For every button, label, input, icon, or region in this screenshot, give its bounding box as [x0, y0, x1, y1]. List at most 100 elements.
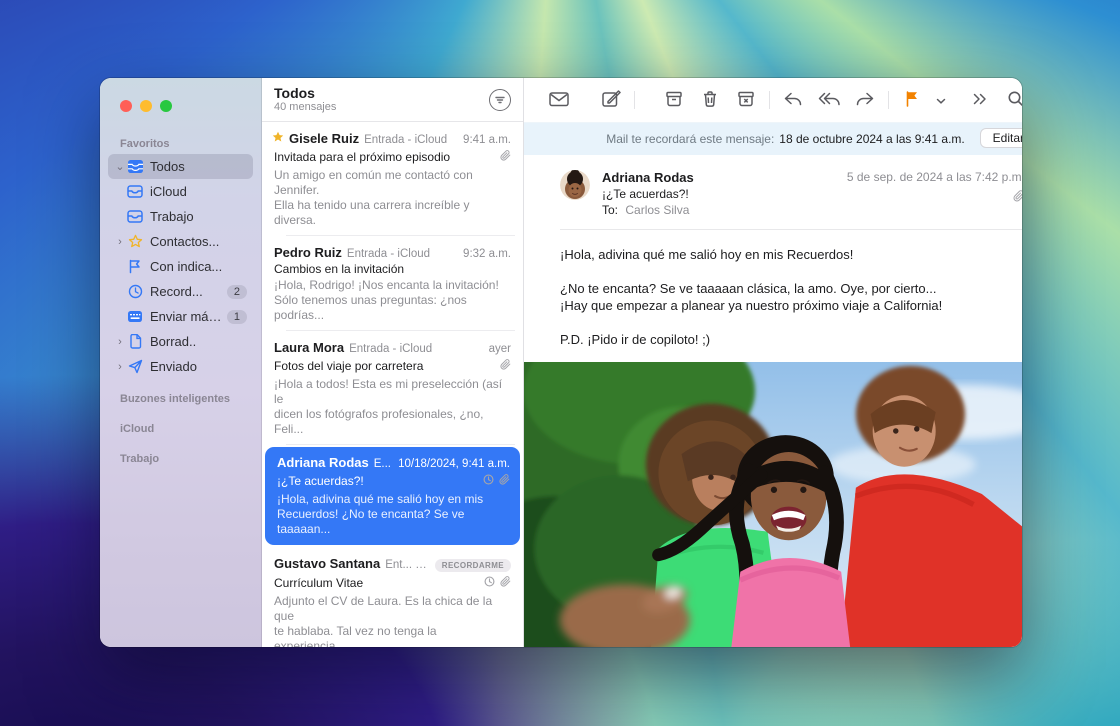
more-chevrons-button[interactable]: [963, 86, 997, 114]
flag-icon: [904, 90, 920, 111]
body-paragraph: ¡Hola, adivina qué me salió hoy en mis R…: [560, 246, 1022, 263]
selfie-photo: [524, 362, 1022, 647]
toolbar-separator: [769, 91, 770, 109]
trash-button[interactable]: [693, 86, 727, 114]
chevron-down-icon: [936, 93, 946, 108]
document-icon: [126, 334, 144, 349]
toolbar-separator: [634, 91, 635, 109]
edit-reminder-button[interactable]: Editar: [980, 128, 1022, 148]
sidebar-item-contactos[interactable]: › Contactos...: [108, 229, 253, 254]
reply-icon: [783, 91, 803, 110]
sidebar-item-record[interactable]: Record... 2: [108, 279, 253, 304]
star-icon: [126, 234, 144, 249]
chevron-down-button[interactable]: [931, 86, 951, 114]
message-sender: Gustavo Santana: [274, 556, 380, 571]
clock-icon: [126, 284, 144, 299]
sidebar-item-label: Enviar más...: [150, 309, 223, 324]
message-list-column: Todos 40 mensajes Gisele RuizEntrada - i…: [262, 78, 524, 647]
vip-star-icon: [272, 131, 284, 143]
message-mailbox: E...: [374, 458, 393, 470]
flag-button[interactable]: [895, 86, 929, 114]
sidebar-item-enviar-m-s[interactable]: Enviar más... 1: [108, 304, 253, 329]
sidebar-group-title[interactable]: iCloud: [100, 409, 261, 439]
sender-avatar[interactable]: [560, 170, 590, 200]
sidebar-group-title[interactable]: Trabajo: [100, 439, 261, 469]
mail-header: Adriana Rodas ¡¿Te acuerdas?! To: Carlos…: [524, 155, 1022, 219]
sidebar-item-enviado[interactable]: › Enviado: [108, 354, 253, 379]
message-subject: Currículum Vitae: [274, 576, 484, 590]
sidebar-item-borrad[interactable]: › Borrad..: [108, 329, 253, 354]
sidebar-item-label: Record...: [150, 284, 223, 299]
reply-all-button[interactable]: [812, 86, 846, 114]
zoom-window-button[interactable]: [160, 100, 172, 112]
inbox-icon: [126, 210, 144, 223]
search-icon: [1007, 90, 1022, 111]
message-row-gustavo-santana[interactable]: Gustavo SantanaEnt... - iCl...RECORDARME…: [262, 547, 523, 647]
message-time: ayer: [489, 343, 511, 355]
message-mailbox: Entrada - iCloud: [347, 248, 458, 260]
junk-button[interactable]: [729, 86, 763, 114]
archive-button[interactable]: [657, 86, 691, 114]
chevron-right-icon[interactable]: ›: [114, 236, 126, 248]
attachment-paperclip-icon: [500, 148, 511, 166]
sender-name[interactable]: Adriana Rodas: [602, 169, 847, 186]
recipient-name[interactable]: Carlos Silva: [625, 203, 689, 217]
unread-count-badge: 1: [227, 310, 247, 324]
message-row-gisele-ruiz[interactable]: Gisele RuizEntrada - iCloud9:41 a.m.Invi…: [262, 122, 523, 236]
toolbar-separator: [888, 91, 889, 109]
message-mailbox: Entrada - iCloud: [349, 343, 484, 355]
sidebar-item-trabajo[interactable]: Trabajo: [108, 204, 253, 229]
message-row-adriana-rodas[interactable]: Adriana RodasE...10/18/2024, 9:41 a.m.¡¿…: [265, 447, 520, 545]
message-row-pedro-ruiz[interactable]: Pedro RuizEntrada - iCloud9:32 a.m.Cambi…: [262, 236, 523, 331]
flag-icon: [126, 259, 144, 274]
recipient-row: To: Carlos Silva: [602, 202, 847, 219]
more-chevrons-icon: [972, 93, 988, 108]
reminder-banner: Mail te recordará este mensaje: 18 de oc…: [524, 122, 1022, 155]
close-window-button[interactable]: [120, 100, 132, 112]
sidebar-item-label: iCloud: [150, 184, 247, 199]
unread-count-badge: 2: [227, 285, 247, 299]
message-time: 9:41 a.m.: [463, 134, 511, 146]
message-subject: ¡¿Te acuerdas?!: [602, 186, 847, 202]
minimize-window-button[interactable]: [140, 100, 152, 112]
compose-button[interactable]: [594, 86, 628, 114]
reminder-clock-icon: [484, 574, 495, 592]
sidebar-group-title[interactable]: Buzones inteligentes: [100, 379, 261, 409]
reminder-datetime: 18 de octubre 2024 a las 9:41 a.m.: [779, 132, 964, 146]
message-preview: Un amigo en común me contactó con Jennif…: [274, 168, 511, 228]
message-time: 9:32 a.m.: [463, 248, 511, 260]
sidebar-item-label: Contactos...: [150, 234, 247, 249]
chevron-right-icon[interactable]: ›: [114, 361, 126, 373]
attachment-paperclip-icon: [499, 472, 510, 490]
mail-window: Favoritos ⌄TodosiCloudTrabajo›Contactos.…: [100, 78, 1022, 647]
remind-me-badge: RECORDARME: [435, 559, 511, 572]
message-row-laura-mora[interactable]: Laura MoraEntrada - iCloudayerFotos del …: [262, 331, 523, 445]
reminder-clock-icon: [483, 472, 494, 490]
forward-button[interactable]: [848, 86, 882, 114]
sidebar-item-todos[interactable]: ⌄ Todos: [108, 154, 253, 179]
sidebar-item-con-indica[interactable]: Con indica...: [108, 254, 253, 279]
photo-attachment[interactable]: [524, 362, 1022, 647]
sidebar-item-label: Borrad..: [150, 334, 247, 349]
archive-icon: [664, 90, 684, 111]
sidebar-item-label: Todos: [150, 159, 247, 174]
chevron-right-icon[interactable]: ›: [114, 336, 126, 348]
sidebar-item-icloud[interactable]: iCloud: [108, 179, 253, 204]
paperclip-icon: [847, 189, 1022, 207]
reply-button[interactable]: [776, 86, 810, 114]
mark-unread-button[interactable]: [542, 86, 576, 114]
message-preview: ¡Hola, adivina qué me salió hoy en mis R…: [277, 492, 510, 537]
paperplane-icon: [126, 359, 144, 374]
search-button[interactable]: [999, 86, 1022, 114]
message-sender: Adriana Rodas: [277, 455, 369, 470]
message-subject: Invitada para el próximo episodio: [274, 150, 500, 164]
body-paragraph: P.D. ¡Pido ir de copiloto! ;): [560, 331, 1022, 348]
message-mailbox: Entrada - iCloud: [364, 134, 458, 146]
message-sender: Pedro Ruiz: [274, 245, 342, 260]
all-inboxes-icon: [126, 159, 144, 174]
inbox-icon: [126, 185, 144, 198]
sidebar-item-label: Enviado: [150, 359, 247, 374]
sidebar-section-favoritos: Favoritos: [100, 134, 261, 154]
chevron-down-icon[interactable]: ⌄: [114, 160, 126, 173]
filter-icon[interactable]: [489, 89, 511, 111]
